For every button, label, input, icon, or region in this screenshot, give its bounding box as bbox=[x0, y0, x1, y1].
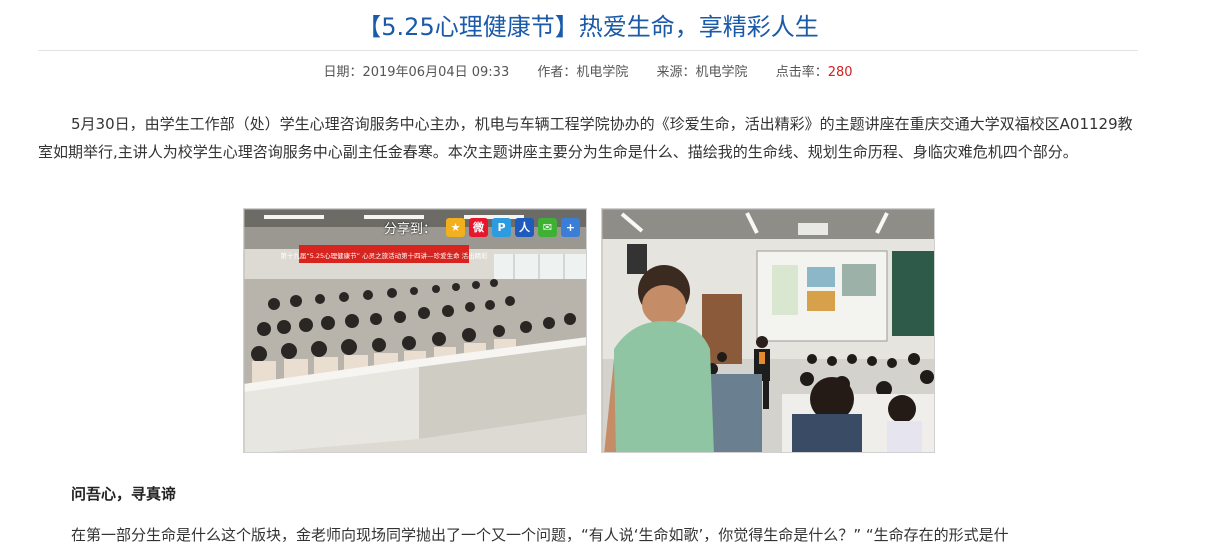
classroom-speaker-photo bbox=[601, 208, 935, 453]
share-wechat-button[interactable]: ✉ bbox=[538, 217, 558, 237]
meta-author: 作者：机电学院 bbox=[537, 63, 628, 83]
section-subheading: 问吾心，寻真谛 bbox=[71, 485, 177, 503]
classroom-illustration bbox=[602, 209, 934, 452]
share-renren-button[interactable]: 人 bbox=[515, 217, 535, 237]
meta-source-label: 来源： bbox=[656, 65, 696, 80]
meta-author-value: 机电学院 bbox=[576, 65, 629, 80]
meta-source-value: 机电学院 bbox=[695, 65, 748, 80]
article: 【5.25心理健康节】热爱生命，享精彩人生 日期：2019年06月04日 09:… bbox=[38, 0, 1138, 544]
meta-date: 日期：2019年06月04日 09:33 bbox=[323, 63, 509, 83]
article-title: 【5.25心理健康节】热爱生命，享精彩人生 bbox=[357, 13, 819, 41]
share-label: 分享到： bbox=[384, 221, 437, 237]
share-qzone-button[interactable]: ★ bbox=[446, 217, 466, 237]
meta-date-label: 日期： bbox=[323, 65, 363, 80]
lecture-hall-illustration: 第十九届“5.25心理健康节” 心灵之旅活动第十四讲—珍爱生命 活出精彩 bbox=[244, 209, 586, 452]
photo-gallery: 第十九届“5.25心理健康节” 心灵之旅活动第十四讲—珍爱生命 活出精彩 分享到… bbox=[243, 208, 943, 453]
meta-hits: 点击率：280 bbox=[776, 63, 853, 83]
title-divider bbox=[38, 50, 1138, 51]
share-pengyou-button[interactable]: P bbox=[492, 217, 512, 237]
meta-source: 来源：机电学院 bbox=[657, 63, 748, 83]
share-weibo-button[interactable]: 微 bbox=[469, 217, 489, 237]
article-meta: 日期：2019年06月04日 09:33 作者：机电学院 来源：机电学院 点击率… bbox=[38, 63, 1138, 83]
lecture-hall-photo: 第十九届“5.25心理健康节” 心灵之旅活动第十四讲—珍爱生命 活出精彩 分享到… bbox=[243, 208, 587, 453]
meta-author-label: 作者： bbox=[537, 65, 577, 80]
share-toolbar: 分享到： ★ 微 P 人 ✉ + bbox=[384, 215, 581, 239]
meta-hits-value: 280 bbox=[827, 65, 853, 80]
meta-date-value: 2019年06月04日 09:33 bbox=[362, 65, 510, 80]
photo-banner-text: 第十九届“5.25心理健康节” 心灵之旅活动第十四讲—珍爱生命 活出精彩 bbox=[280, 251, 488, 260]
article-paragraph-intro: 5月30日，由学生工作部（处）学生心理咨询服务中心主办，机电与车辆工程学院协办的… bbox=[38, 115, 1133, 161]
article-paragraph-section1: 在第一部分生命是什么这个版块，金老师向现场同学抛出了一个又一个问题，“有人说‘生… bbox=[71, 526, 1009, 544]
share-more-button[interactable]: + bbox=[561, 217, 581, 237]
meta-hits-label: 点击率： bbox=[775, 65, 828, 80]
